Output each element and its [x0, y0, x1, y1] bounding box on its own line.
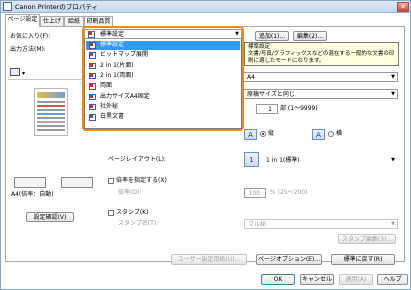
tab-page-setup[interactable]: ページ設定	[5, 14, 40, 27]
view-dropdown-icon[interactable]: ▾	[22, 70, 25, 77]
favorites-dropdown-list: 標準設定ビットマップ展開 2 in 1(片面) 2 in 1(両面) 両面出力サイズA…	[84, 34, 242, 129]
favorites-option-label: 白黒文書	[100, 113, 125, 121]
favorite-icon	[89, 114, 96, 121]
ok-button[interactable]: OK	[261, 274, 295, 285]
favorites-option-label: 2 in 1(両面)	[100, 71, 134, 79]
favorite-tooltip: 標準設定 文書/写真/グラフィックスなどの混在する一般的な文書の印刷に適したモー…	[244, 42, 399, 66]
favorites-option-label: ビットマップ展開	[100, 51, 149, 59]
favorites-option[interactable]: 社外秘	[86, 103, 240, 112]
favorite-icon	[89, 72, 96, 80]
favorites-option[interactable]: ビットマップ展開	[86, 51, 240, 60]
favorites-option-label: 標準設定	[100, 41, 125, 48]
favorite-icon	[88, 31, 95, 38]
title-bar: Canon Printerのプロパティ ✕	[1, 1, 410, 13]
chevron-down-icon: ▼	[391, 74, 395, 80]
favorites-select[interactable]: 標準設定 ▼	[84, 29, 242, 39]
favorite-icon	[89, 52, 96, 59]
stamp-checkbox[interactable]	[108, 210, 114, 216]
portrait-orientation-icon: A	[244, 129, 257, 140]
preview-line	[37, 101, 65, 103]
view-settings-button[interactable]: 設定確認(V)	[26, 212, 74, 222]
close-button[interactable]: ✕	[397, 2, 409, 12]
scaling-label: 倍率を指定する(X)	[116, 177, 167, 184]
landscape-radio[interactable]	[328, 131, 334, 137]
favorites-option-label: 両面	[100, 82, 113, 90]
stamp-value: マル秘	[248, 221, 267, 228]
favorites-option[interactable]: 両面	[86, 82, 240, 91]
preview-line	[37, 109, 65, 111]
layout-preview-icon: 1	[244, 152, 259, 167]
edit-favorite-button[interactable]: 編集(2)...	[293, 31, 327, 41]
preview-line	[37, 105, 65, 107]
favorite-icon	[89, 103, 96, 111]
favorite-icon	[89, 62, 96, 70]
custom-paper-button[interactable]: ユーザー設定用紙(U)...	[171, 254, 247, 265]
cancel-button[interactable]: キャンセル	[300, 274, 334, 285]
favorites-option[interactable]: 2 in 1(片面)	[86, 62, 240, 71]
tab-quality[interactable]: 印刷品質	[84, 16, 113, 26]
window-title: Canon Printerのプロパティ	[15, 3, 99, 11]
copies-range: 部 (1～9999)	[280, 105, 318, 112]
stamp-select[interactable]: マル秘 ▼	[244, 219, 398, 229]
help-button[interactable]: ヘルプ	[377, 274, 408, 285]
page-layout-value: 1 in 1(標準)	[266, 157, 300, 164]
printer-icon-right[interactable]	[61, 177, 93, 188]
page-preview	[34, 88, 68, 136]
preview-caption: A4(倍率：自動)	[11, 191, 54, 198]
favorites-option-label: 社外秘	[100, 102, 119, 110]
page-size-value: A4	[247, 74, 255, 81]
preview-line	[37, 117, 65, 119]
stamp-label: スタンプ(K)	[116, 209, 149, 216]
copies-input[interactable]: 1	[256, 104, 278, 114]
preview-line	[37, 113, 65, 115]
favorites-option[interactable]: 出力サイズA4固定	[86, 93, 240, 102]
chevron-down-icon: ▼	[391, 221, 395, 227]
page-layout-select[interactable]: 1 in 1(標準) ▼	[262, 155, 398, 165]
chevron-down-icon: ▼	[391, 91, 395, 97]
scaling-range: % (25～200)	[270, 189, 308, 196]
output-size-select[interactable]: 原稿サイズと同じ ▼	[243, 89, 398, 99]
portrait-radio[interactable]	[260, 131, 266, 137]
tooltip-title: 標準設定	[248, 44, 271, 50]
tab-paper-source[interactable]: 給紙	[64, 16, 84, 26]
printer-icon-left[interactable]	[14, 177, 46, 188]
favorite-icon	[89, 83, 96, 90]
chevron-down-icon: ▼	[391, 157, 395, 163]
preview-line	[37, 125, 65, 127]
stamp-edit-button[interactable]: スタンプ編集(3)...	[338, 234, 396, 244]
favorites-option[interactable]: 白黒文書	[86, 113, 240, 122]
apply-button[interactable]: 適用(A)	[339, 274, 373, 285]
favorites-label: お気に入り(F):	[10, 33, 51, 40]
scaling-input[interactable]: 100	[244, 188, 266, 198]
preview-line	[37, 129, 65, 131]
restore-defaults-button[interactable]: 標準に戻す(R)	[331, 254, 395, 265]
favorites-option[interactable]: 標準設定	[86, 41, 240, 50]
chevron-down-icon: ▼	[235, 31, 239, 37]
favorites-selected-value: 標準設定	[100, 31, 125, 38]
page-options-button[interactable]: ページオプション(E)...	[256, 254, 322, 265]
add-favorite-button[interactable]: 追加(1)...	[255, 31, 289, 41]
preview-image-icon	[37, 92, 65, 98]
favorites-option-label: 2 in 1(片面)	[100, 61, 134, 69]
view-toggle-icon[interactable]	[10, 68, 20, 76]
portrait-label: 縦	[268, 130, 275, 137]
preview-line	[37, 121, 65, 123]
tab-finishing[interactable]: 仕上げ	[40, 16, 64, 26]
scaling-checkbox[interactable]	[108, 178, 114, 184]
output-size-value: 原稿サイズと同じ	[247, 91, 295, 98]
favorites-option[interactable]: 2 in 1(両面)	[86, 72, 240, 81]
page-layout-label: ページレイアウト(L):	[108, 156, 166, 163]
favorites-option-label: 出力サイズA4固定	[100, 92, 150, 100]
tooltip-text: 文書/写真/グラフィックスなどの混在する一般的な文書の印刷に適したモードになりま…	[248, 51, 395, 64]
page-size-select[interactable]: A4 ▼	[243, 72, 398, 82]
favorite-icon	[89, 42, 96, 49]
stamp-name-label: スタンプ名(T):	[118, 220, 159, 227]
printer-icon	[3, 2, 12, 11]
output-method-label: 出力方法(M):	[10, 46, 46, 53]
favorite-icon	[89, 93, 96, 100]
landscape-label: 横	[336, 130, 343, 137]
scaling-value-label: 倍率(O):	[118, 189, 142, 196]
landscape-orientation-icon: A	[312, 129, 325, 140]
